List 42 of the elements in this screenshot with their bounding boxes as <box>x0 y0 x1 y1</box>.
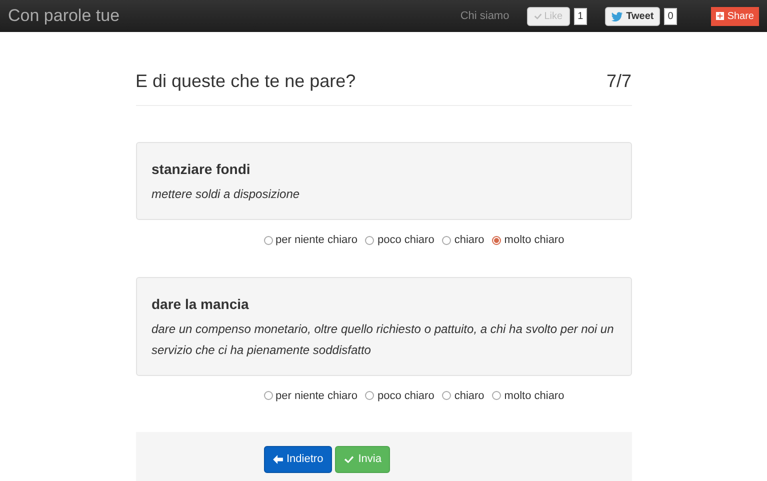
tweet-button[interactable]: Tweet <box>605 6 660 26</box>
radio-option[interactable]: poco chiaro <box>365 388 434 404</box>
check-icon <box>534 12 542 20</box>
left-arrow-icon <box>272 454 282 464</box>
option-label: molto chiaro <box>504 388 564 404</box>
option-label: chiaro <box>454 233 484 248</box>
radio-option[interactable]: per niente chiaro <box>264 388 358 404</box>
option-label: poco chiaro <box>377 388 434 404</box>
definition-text: mettere soldi a disposizione <box>152 186 301 203</box>
page-title: E di queste che te ne pare? <box>136 70 356 93</box>
radio-option[interactable]: chiaro <box>442 388 484 404</box>
option-label: molto chiaro <box>504 233 564 248</box>
bird-icon <box>611 10 624 22</box>
option-label: chiaro <box>454 388 484 404</box>
radio-option[interactable]: molto chiaro <box>492 388 564 404</box>
definition-text: dare un compenso monetario, oltre quello richiesto o pattuito, a chi ha svolto per noi un servizio che ci ha pienamente soddisfatto <box>152 320 615 358</box>
term-title: dare la mancia <box>152 294 250 314</box>
radio-option[interactable]: chiaro <box>442 232 484 248</box>
plus-icon <box>716 12 724 20</box>
option-label: per niente chiaro <box>276 233 358 248</box>
radio-button[interactable] <box>365 391 374 400</box>
check-icon <box>344 454 354 464</box>
tweet-count: 0 <box>664 8 678 24</box>
progress-counter: 7/7 <box>606 70 632 93</box>
back-button[interactable]: Indietro <box>264 446 332 472</box>
option-label: per niente chiaro <box>276 388 358 404</box>
radio-option[interactable]: poco chiaro <box>365 232 434 248</box>
radio-option[interactable]: molto chiaro <box>492 232 564 248</box>
radio-button[interactable] <box>442 391 452 400</box>
radio-button[interactable] <box>492 236 502 245</box>
nav-link[interactable]: Chi siamo <box>460 8 510 24</box>
radio-option[interactable]: per niente chiaro <box>264 232 358 248</box>
brand-title[interactable]: Con parole tue <box>8 3 120 29</box>
share-button[interactable]: Share <box>711 6 759 26</box>
radio-button[interactable] <box>264 236 272 245</box>
radio-button[interactable] <box>264 391 272 400</box>
option-label: poco chiaro <box>377 233 434 248</box>
term-title: stanziare fondi <box>152 160 252 179</box>
radio-button[interactable] <box>442 236 452 245</box>
like-count: 1 <box>574 8 588 24</box>
radio-button[interactable] <box>365 236 374 245</box>
radio-button[interactable] <box>492 391 502 400</box>
